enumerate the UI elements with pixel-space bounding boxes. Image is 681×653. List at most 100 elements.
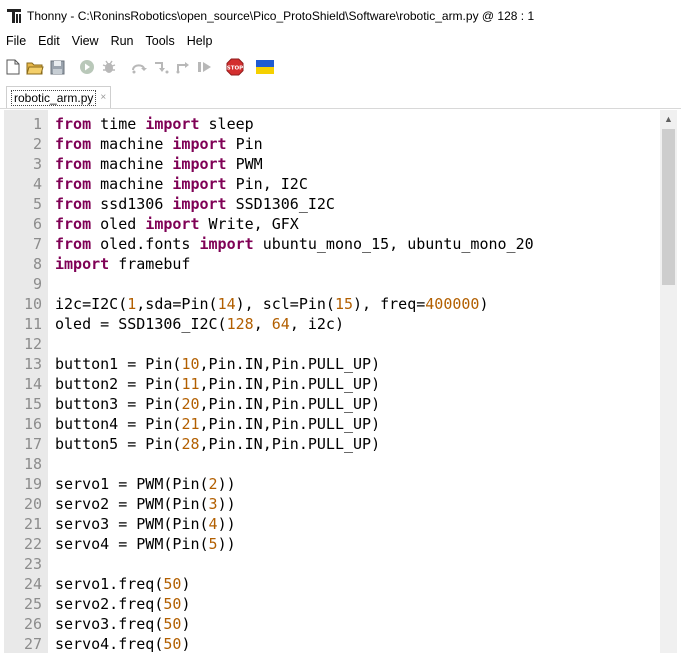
number-token: 20: [181, 395, 200, 413]
code-token: oled: [91, 215, 146, 233]
keyword-token: import: [172, 135, 227, 153]
code-token: ,Pin.IN,Pin.PULL_UP): [199, 355, 381, 373]
code-token: time: [91, 115, 146, 133]
code-token: servo4 = PWM(Pin(: [55, 535, 209, 553]
code-token: , i2c): [289, 315, 344, 333]
code-text: import framebuf: [55, 254, 190, 274]
menu-file[interactable]: File: [0, 34, 32, 48]
number-token: 50: [163, 615, 182, 633]
code-token: Pin, I2C: [226, 175, 308, 193]
line-number: 6: [32, 215, 42, 233]
line-number: 16: [23, 415, 42, 433]
resume-icon[interactable]: [196, 58, 214, 76]
code-token: ,sda=Pin(: [136, 295, 218, 313]
number-token: 1: [127, 295, 137, 313]
code-token: Pin: [226, 135, 263, 153]
line-number: 17: [23, 435, 42, 453]
line-number: 18: [23, 455, 42, 473]
save-icon[interactable]: [48, 58, 66, 76]
code-text: button1 = Pin(10,Pin.IN,Pin.PULL_UP): [55, 354, 380, 374]
open-folder-icon[interactable]: [26, 58, 44, 76]
menu-tools[interactable]: Tools: [140, 34, 181, 48]
line-number: 7: [32, 235, 42, 253]
toolbar: STOP: [0, 53, 681, 81]
scroll-thumb[interactable]: [662, 129, 675, 285]
code-text: from oled import Write, GFX: [55, 214, 299, 234]
code-token: servo1 = PWM(Pin(: [55, 475, 209, 493]
code-token: ubuntu_mono_15, ubuntu_mono_20: [253, 235, 534, 253]
code-text: from time import sleep: [55, 114, 254, 134]
keyword-token: import: [172, 195, 227, 213]
menu-help[interactable]: Help: [181, 34, 219, 48]
tab-robotic-arm[interactable]: robotic_arm.py ×: [6, 86, 112, 108]
code-token: )): [217, 475, 236, 493]
ukraine-flag-icon[interactable]: [256, 58, 274, 76]
line-number: 20: [23, 495, 42, 513]
code-token: ,Pin.IN,Pin.PULL_UP): [199, 375, 381, 393]
number-token: 400000: [425, 295, 480, 313]
code-token: servo4.freq(: [55, 635, 164, 653]
code-text: servo1.freq(50): [55, 574, 190, 594]
code-text: servo3.freq(50): [55, 614, 190, 634]
code-token: )): [217, 515, 236, 533]
code-text: button3 = Pin(20,Pin.IN,Pin.PULL_UP): [55, 394, 380, 414]
scroll-up-arrow-icon[interactable]: ▲: [660, 110, 677, 127]
step-into-icon[interactable]: [152, 58, 170, 76]
step-over-icon[interactable]: [130, 58, 148, 76]
code-text: servo2 = PWM(Pin(3)): [55, 494, 236, 514]
number-token: 4: [208, 515, 218, 533]
code-text: oled = SSD1306_I2C(128, 64, i2c): [55, 314, 344, 334]
code-token: ): [181, 635, 191, 653]
new-file-icon[interactable]: [4, 58, 22, 76]
keyword-token: from: [55, 195, 92, 213]
code-token: )): [217, 535, 236, 553]
code-token: SSD1306_I2C: [226, 195, 335, 213]
code-text: servo1 = PWM(Pin(2)): [55, 474, 236, 494]
code-token: button5 = Pin(: [55, 435, 182, 453]
keyword-token: from: [55, 215, 92, 233]
run-icon[interactable]: [78, 58, 96, 76]
code-token: button3 = Pin(: [55, 395, 182, 413]
keyword-token: import: [145, 115, 200, 133]
code-token: oled = SSD1306_I2C(: [55, 315, 227, 333]
code-text: servo4 = PWM(Pin(5)): [55, 534, 236, 554]
code-token: machine: [91, 175, 173, 193]
number-token: 50: [163, 635, 182, 653]
code-editor[interactable]: 1 from time import sleep 2 from machine imp…: [4, 110, 660, 653]
code-token: ,: [253, 315, 272, 333]
code-token: ,Pin.IN,Pin.PULL_UP): [199, 395, 381, 413]
number-token: 15: [334, 295, 354, 313]
code-token: framebuf: [109, 255, 191, 273]
menu-run[interactable]: Run: [105, 34, 140, 48]
code-token: servo3 = PWM(Pin(: [55, 515, 209, 533]
code-text: from machine import Pin: [55, 134, 263, 154]
number-token: 21: [181, 415, 200, 433]
code-token: machine: [91, 155, 173, 173]
line-number: 13: [23, 355, 42, 373]
line-number: 5: [32, 195, 42, 213]
code-text: button2 = Pin(11,Pin.IN,Pin.PULL_UP): [55, 374, 380, 394]
code-token: ): [181, 575, 191, 593]
debug-icon[interactable]: [100, 58, 118, 76]
number-token: 10: [181, 355, 200, 373]
menu-view[interactable]: View: [66, 34, 105, 48]
stop-icon[interactable]: STOP: [226, 58, 244, 76]
menu-edit[interactable]: Edit: [32, 34, 66, 48]
code-token: ): [181, 615, 191, 633]
keyword-token: from: [55, 175, 92, 193]
line-number: 19: [23, 475, 42, 493]
close-icon[interactable]: ×: [100, 92, 106, 103]
code-token: ), freq=: [353, 295, 426, 313]
number-token: 3: [208, 495, 218, 513]
line-number: 22: [23, 535, 42, 553]
number-token: 2: [208, 475, 218, 493]
code-token: ssd1306: [91, 195, 173, 213]
step-out-icon[interactable]: [174, 58, 192, 76]
code-text: servo2.freq(50): [55, 594, 190, 614]
number-token: 128: [226, 315, 254, 333]
vertical-scrollbar[interactable]: ▲: [660, 110, 677, 653]
code-text: from oled.fonts import ubuntu_mono_15, u…: [55, 234, 534, 254]
code-token: ,Pin.IN,Pin.PULL_UP): [199, 415, 381, 433]
editor-tab-bar: robotic_arm.py ×: [0, 84, 681, 109]
keyword-token: from: [55, 155, 92, 173]
